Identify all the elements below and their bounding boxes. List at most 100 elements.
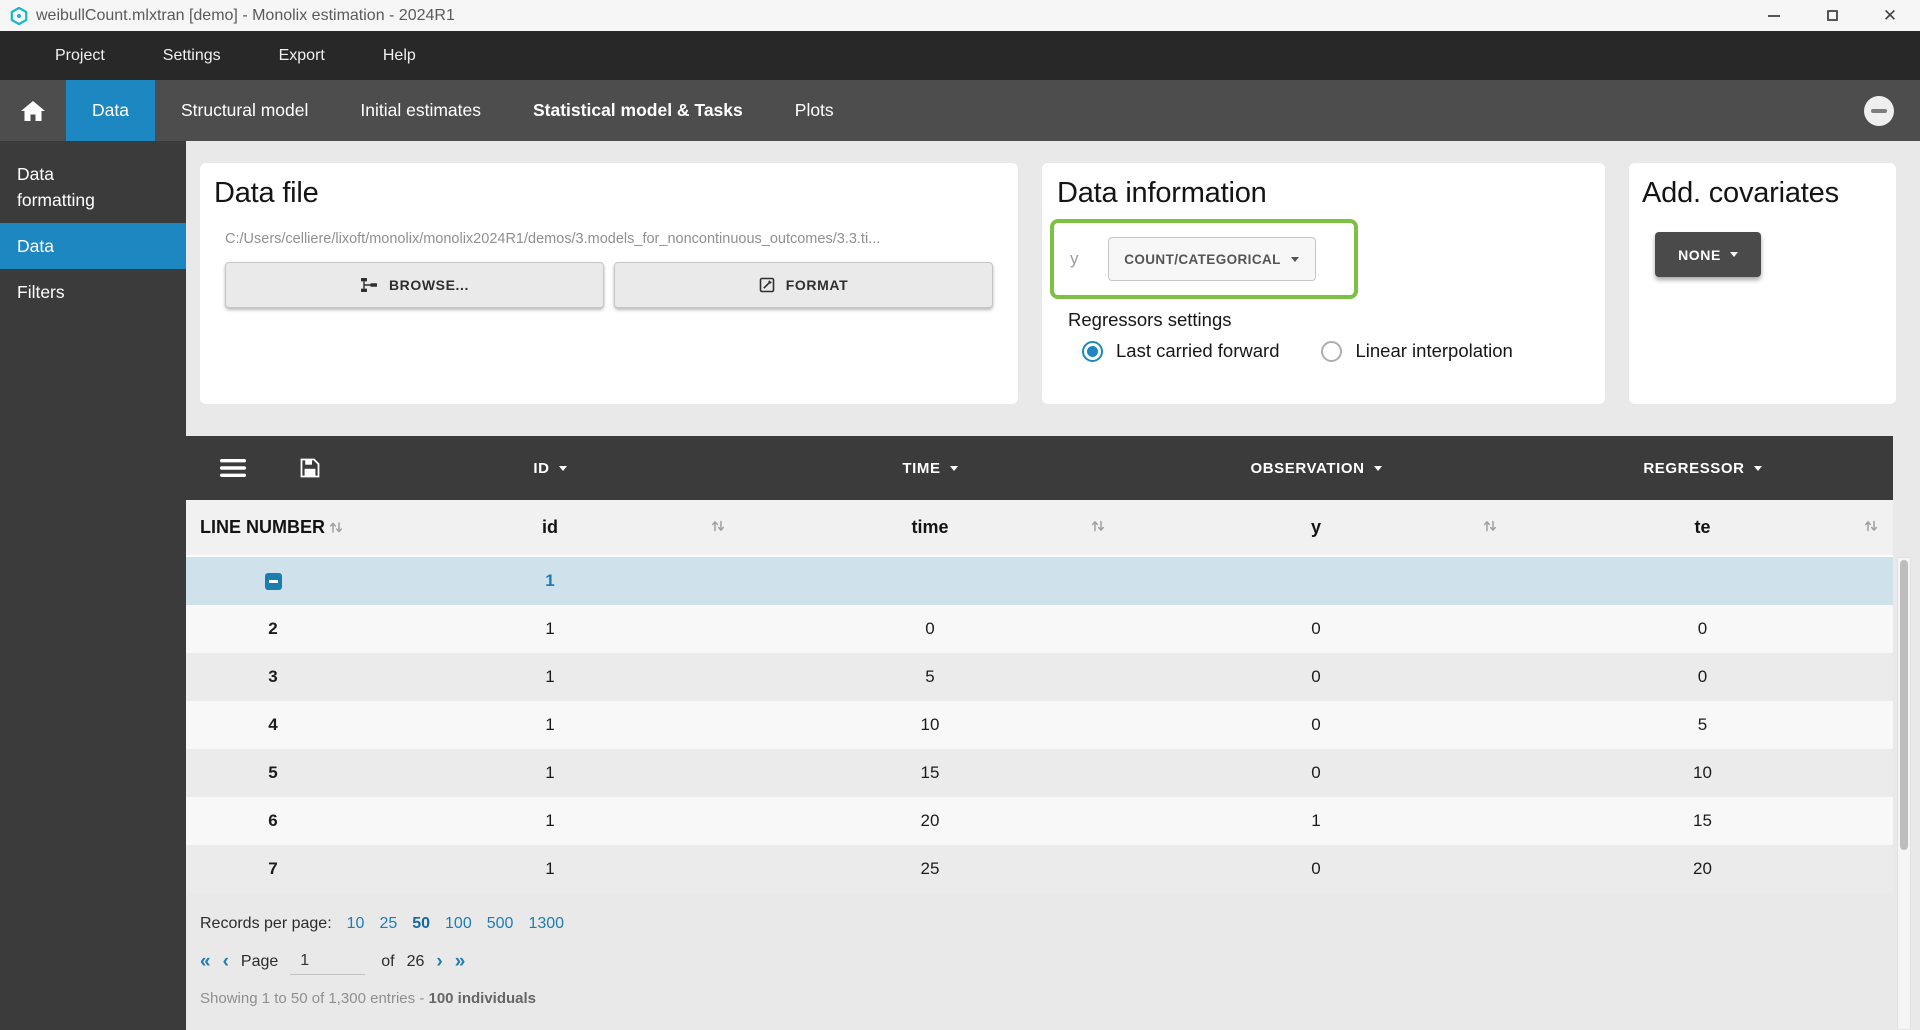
page-size-25[interactable]: 25 [379,915,397,933]
cell-line: 5 [186,763,360,783]
column-group-regressor-label: REGRESSOR [1643,460,1744,477]
total-pages: 26 [407,953,425,971]
covariates-none-label: NONE [1678,247,1721,263]
vertical-scrollbar[interactable] [1897,557,1911,1030]
table-row[interactable]: 6 1 20 1 15 [186,797,1893,845]
cell-time: 20 [740,811,1120,831]
page-size-10[interactable]: 10 [347,915,365,933]
sort-icon [1090,518,1106,533]
format-button-label: FORMAT [786,277,848,293]
radio-linear-label: Linear interpolation [1355,340,1512,362]
entries-summary-text: Showing 1 to 50 of 1,300 entries - [200,990,428,1007]
table-toolbar-icons [186,458,360,478]
page-size-100[interactable]: 100 [445,915,472,933]
table-row[interactable]: 7 1 25 0 20 [186,845,1893,893]
cell-time: 25 [740,859,1120,879]
chevron-down-icon [950,466,958,471]
column-header-line-number[interactable]: LINE NUMBER [186,517,360,538]
observation-type-value: COUNT/CATEGORICAL [1124,252,1281,267]
radio-unchecked-icon[interactable] [1321,341,1342,362]
close-button[interactable]: ✕ [1882,8,1898,24]
column-group-time[interactable]: TIME [740,460,1120,477]
data-file-buttons: BROWSE... FORMAT [225,262,993,308]
tab-plots[interactable]: Plots [769,80,860,141]
cell-te: 15 [1512,811,1893,831]
observation-type-dropdown[interactable]: COUNT/CATEGORICAL [1108,237,1316,281]
radio-linear-interpolation[interactable]: Linear interpolation [1321,340,1512,362]
column-group-observation[interactable]: OBSERVATION [1120,460,1512,477]
observation-name-label: y [1070,249,1079,269]
cell-y: 1 [1120,811,1512,831]
first-page-button[interactable]: « [200,952,211,971]
table-menu-icon[interactable] [220,458,246,478]
cell-id: 1 [360,715,740,735]
cell-te: 0 [1512,667,1893,687]
menu-help[interactable]: Help [354,31,445,80]
records-per-page-label: Records per page: [200,915,332,933]
cell-y: 0 [1120,859,1512,879]
add-covariates-title: Add. covariates [1642,177,1896,210]
table-column-header-row: LINE NUMBER id time y [186,500,1893,557]
column-header-te[interactable]: te [1512,517,1893,538]
table-row[interactable]: 3 1 5 0 0 [186,653,1893,701]
window-controls: ✕ [1766,8,1920,24]
home-button[interactable] [0,80,66,141]
cell-id: 1 [360,619,740,639]
column-header-time-label: time [911,517,948,537]
cell-id: 1 [360,571,740,591]
minimize-button[interactable] [1766,8,1782,24]
column-header-time[interactable]: time [740,517,1120,538]
menu-export[interactable]: Export [250,31,354,80]
column-group-regressor[interactable]: REGRESSOR [1512,460,1893,477]
column-header-id-label: id [542,517,558,537]
menu-project[interactable]: Project [26,31,134,80]
cell-time: 15 [740,763,1120,783]
observation-type-highlight: y COUNT/CATEGORICAL [1050,219,1358,299]
table-row[interactable]: 5 1 15 0 10 [186,749,1893,797]
radio-last-carried-forward[interactable]: Last carried forward [1082,340,1279,362]
column-header-line-number-label: LINE NUMBER [200,517,325,538]
data-file-path: C:/Users/celliere/lixoft/monolix/monolix… [225,231,993,247]
page-number-input[interactable] [290,948,365,975]
column-header-y[interactable]: y [1120,517,1512,538]
page-size-1300[interactable]: 1300 [528,915,564,933]
browse-button[interactable]: BROWSE... [225,262,604,308]
covariates-none-dropdown[interactable]: NONE [1655,232,1761,277]
table-row[interactable]: 1 [186,557,1893,605]
add-covariates-card: Add. covariates NONE [1629,163,1896,404]
tab-data[interactable]: Data [66,80,155,141]
tab-structural-model[interactable]: Structural model [155,80,334,141]
last-page-button[interactable]: » [455,952,466,971]
cell-id: 1 [360,763,740,783]
cards-row: Data file C:/Users/celliere/lixoft/monol… [186,141,1920,404]
menu-bar: Project Settings Export Help [0,31,1920,80]
collapse-group-icon[interactable] [265,573,282,590]
sort-icon [328,520,344,535]
sidebar-item-data[interactable]: Data [0,223,186,269]
chevron-down-icon [1291,257,1299,262]
scrollbar-thumb[interactable] [1900,560,1908,850]
cell-te: 10 [1512,763,1893,783]
app-logo-icon [10,7,28,25]
previous-page-button[interactable]: ‹ [223,952,229,971]
feedback-icon[interactable] [1864,96,1894,126]
menu-settings[interactable]: Settings [134,31,250,80]
maximize-button[interactable] [1824,8,1840,24]
sidebar-item-data-formatting[interactable]: Data formatting [0,151,120,223]
radio-checked-icon[interactable] [1082,341,1103,362]
column-header-id[interactable]: id [360,517,740,538]
cell-id: 1 [360,811,740,831]
table-row[interactable]: 2 1 0 0 0 [186,605,1893,653]
page-size-500[interactable]: 500 [487,915,514,933]
column-header-te-label: te [1694,517,1710,537]
next-page-button[interactable]: › [436,952,442,971]
tab-initial-estimates[interactable]: Initial estimates [334,80,507,141]
column-group-id[interactable]: ID [360,460,740,477]
cell-y: 0 [1120,667,1512,687]
save-icon[interactable] [300,458,320,478]
tab-statistical-model-tasks[interactable]: Statistical model & Tasks [507,80,769,141]
page-size-50[interactable]: 50 [412,915,430,933]
format-button[interactable]: FORMAT [614,262,993,308]
sidebar-item-filters[interactable]: Filters [0,269,186,315]
table-row[interactable]: 4 1 10 0 5 [186,701,1893,749]
